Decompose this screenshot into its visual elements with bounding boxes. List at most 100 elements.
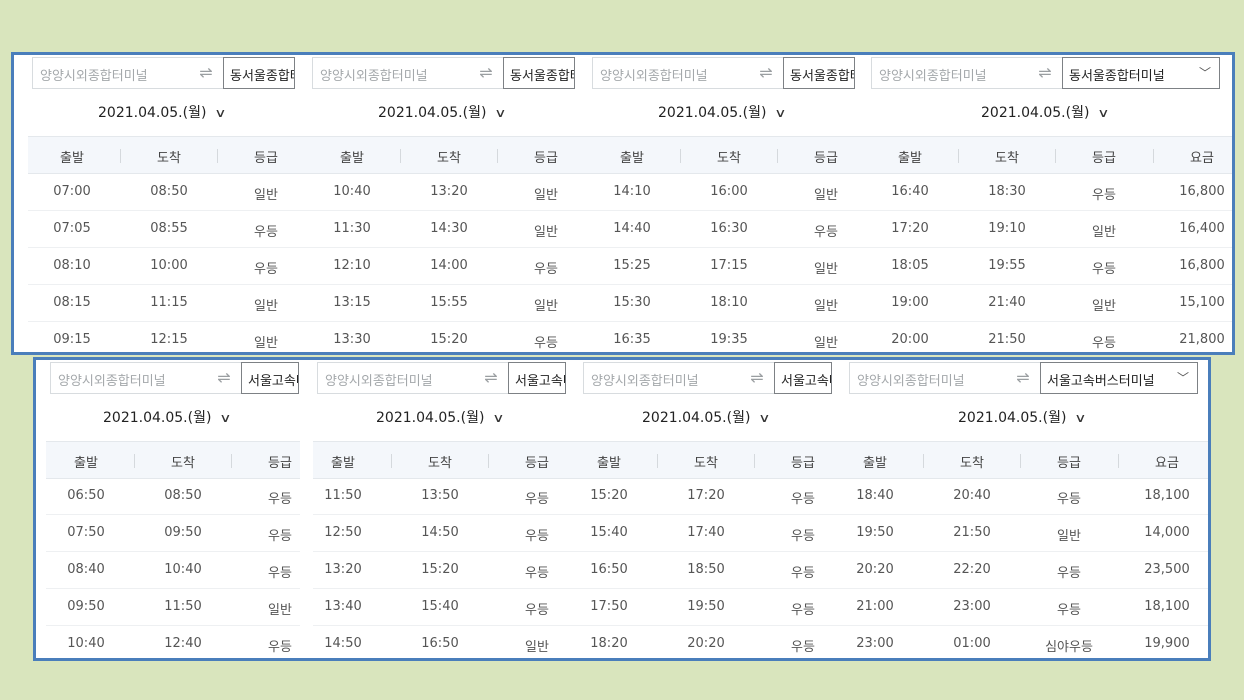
cell-arrive: 08:55	[150, 221, 188, 236]
table-row[interactable]: 09:50 11:50 일반	[46, 589, 300, 626]
table-row[interactable]: 16:40 18:30 우등 16,800	[867, 174, 1232, 211]
swap-icon[interactable]: ⇌	[749, 57, 783, 89]
table-row[interactable]: 06:50 08:50 우등	[46, 478, 300, 515]
date-selector[interactable]: 2021.04.05.(월) ∨	[958, 407, 1087, 427]
cell-arrive: 12:15	[150, 332, 188, 347]
table-row[interactable]: 13:15 15:55 일반	[308, 285, 588, 322]
date-selector[interactable]: 2021.04.05.(월) ∨	[98, 102, 227, 122]
cell-depart: 16:35	[613, 332, 651, 347]
arrival-terminal-select[interactable]: 서울고속버스터미널	[774, 362, 832, 394]
table-header: 출발 도착 등급	[28, 136, 308, 174]
table-row[interactable]: 18:20 20:20 우등	[579, 626, 845, 658]
cell-depart: 09:50	[67, 599, 105, 614]
table-row[interactable]: 08:15 11:15 일반	[28, 285, 308, 322]
table-row[interactable]: 07:05 08:55 우등	[28, 211, 308, 248]
cell-grade: 우등	[525, 492, 549, 507]
table-row[interactable]: 18:05 19:55 우등 16,800	[867, 248, 1232, 285]
departure-terminal-input[interactable]: 양양시외종합터미널	[592, 57, 749, 89]
table-row[interactable]: 08:40 10:40 우등	[46, 552, 300, 589]
column-header-arrive: 도착	[437, 151, 461, 166]
cell-grade: 우등	[254, 225, 278, 240]
departure-terminal-input[interactable]: 양양시외종합터미널	[849, 362, 1006, 394]
cell-arrive: 12:40	[164, 636, 202, 651]
departure-terminal-input[interactable]: 양양시외종합터미널	[32, 57, 189, 89]
table-row[interactable]: 21:00 23:00 우등 18,100	[845, 589, 1208, 626]
arrival-terminal-select[interactable]: 동서울종합터미널 ﹀	[1062, 57, 1220, 89]
table-row[interactable]: 17:20 19:10 일반 16,400	[867, 211, 1232, 248]
table-row[interactable]: 07:50 09:50 우등	[46, 515, 300, 552]
arrival-terminal-select[interactable]: 동서울종합터미널	[503, 57, 575, 89]
swap-icon[interactable]: ⇌	[1028, 57, 1062, 89]
table-row[interactable]: 09:15 12:15 일반	[28, 322, 308, 352]
table-row[interactable]: 15:20 17:20 우등	[579, 478, 845, 515]
table-row[interactable]: 15:25 17:15 일반	[588, 248, 868, 285]
table-row[interactable]: 16:35 19:35 일반	[588, 322, 868, 352]
arrival-terminal-label: 동서울종합터미널	[510, 69, 574, 84]
table-row[interactable]: 13:30 15:20 우등	[308, 322, 588, 352]
table-row[interactable]: 20:00 21:50 우등 21,800	[867, 322, 1232, 352]
departure-terminal-input[interactable]: 양양시외종합터미널	[50, 362, 207, 394]
table-row[interactable]: 14:40 16:30 우등	[588, 211, 868, 248]
swap-icon[interactable]: ⇌	[474, 362, 508, 394]
column-header-grade: 등급	[534, 151, 558, 166]
table-row[interactable]: 08:10 10:00 우등	[28, 248, 308, 285]
cell-depart: 11:30	[333, 221, 371, 236]
date-selector[interactable]: 2021.04.05.(월) ∨	[376, 407, 505, 427]
cell-grade: 우등	[534, 262, 558, 277]
table-row[interactable]: 11:30 14:30 일반	[308, 211, 588, 248]
table-row[interactable]: 19:50 21:50 일반 14,000	[845, 515, 1208, 552]
table-header: 출발 도착 등급	[313, 441, 579, 479]
departure-placeholder: 양양시외종합터미널	[40, 69, 148, 84]
cell-arrive: 21:40	[988, 295, 1026, 310]
cell-grade: 우등	[814, 225, 838, 240]
table-row[interactable]: 13:20 15:20 우등	[313, 552, 579, 589]
departure-terminal-input[interactable]: 양양시외종합터미널	[312, 57, 469, 89]
table-row[interactable]: 18:40 20:40 우등 18,100	[845, 478, 1208, 515]
date-selector[interactable]: 2021.04.05.(월) ∨	[981, 102, 1110, 122]
swap-icon[interactable]: ⇌	[469, 57, 503, 89]
date-selector[interactable]: 2021.04.05.(월) ∨	[658, 102, 787, 122]
column-divider	[1118, 454, 1119, 468]
cell-grade: 우등	[254, 262, 278, 277]
table-row[interactable]: 20:20 22:20 우등 23,500	[845, 552, 1208, 589]
chevron-down-icon: ∨	[494, 106, 507, 120]
cell-grade: 우등	[1057, 492, 1081, 507]
table-row[interactable]: 14:10 16:00 일반	[588, 174, 868, 211]
swap-icon[interactable]: ⇌	[207, 362, 241, 394]
cell-depart: 19:50	[856, 525, 894, 540]
date-selector[interactable]: 2021.04.05.(월) ∨	[642, 407, 771, 427]
table-row[interactable]: 19:00 21:40 일반 15,100	[867, 285, 1232, 322]
table-row[interactable]: 14:50 16:50 일반	[313, 626, 579, 658]
arrival-terminal-select[interactable]: 서울고속버스터미널	[241, 362, 299, 394]
cell-arrive: 15:55	[430, 295, 468, 310]
swap-icon[interactable]: ⇌	[740, 362, 774, 394]
table-row[interactable]: 13:40 15:40 우등	[313, 589, 579, 626]
swap-icon[interactable]: ⇌	[189, 57, 223, 89]
departure-terminal-input[interactable]: 양양시외종합터미널	[317, 362, 474, 394]
departure-terminal-input[interactable]: 양양시외종합터미널	[583, 362, 740, 394]
arrival-terminal-select[interactable]: 동서울종합터미널	[783, 57, 855, 89]
date-selector[interactable]: 2021.04.05.(월) ∨	[103, 407, 232, 427]
table-row[interactable]: 07:00 08:50 일반	[28, 174, 308, 211]
column-divider	[754, 454, 755, 468]
table-row[interactable]: 10:40 12:40 우등	[46, 626, 300, 658]
cell-grade: 우등	[1057, 603, 1081, 618]
table-row[interactable]: 15:40 17:40 우등	[579, 515, 845, 552]
arrival-terminal-select[interactable]: 서울고속버스터미널 ﹀	[1040, 362, 1198, 394]
cell-grade: 일반	[534, 188, 558, 203]
arrival-terminal-select[interactable]: 동서울종합터미널	[223, 57, 295, 89]
table-row[interactable]: 23:00 01:00 심야우등 19,900	[845, 626, 1208, 658]
table-row[interactable]: 12:50 14:50 우등	[313, 515, 579, 552]
departure-terminal-input[interactable]: 양양시외종합터미널	[871, 57, 1028, 89]
table-row[interactable]: 11:50 13:50 우등	[313, 478, 579, 515]
table-row[interactable]: 12:10 14:00 우등	[308, 248, 588, 285]
swap-icon[interactable]: ⇌	[1006, 362, 1040, 394]
table-row[interactable]: 16:50 18:50 우등	[579, 552, 845, 589]
date-selector[interactable]: 2021.04.05.(월) ∨	[378, 102, 507, 122]
table-row[interactable]: 17:50 19:50 우등	[579, 589, 845, 626]
table-row[interactable]: 15:30 18:10 일반	[588, 285, 868, 322]
table-row[interactable]: 10:40 13:20 일반	[308, 174, 588, 211]
cell-fare: 16,800	[1179, 184, 1225, 199]
cell-grade: 일반	[1092, 225, 1116, 240]
arrival-terminal-select[interactable]: 서울고속버스터미널	[508, 362, 566, 394]
